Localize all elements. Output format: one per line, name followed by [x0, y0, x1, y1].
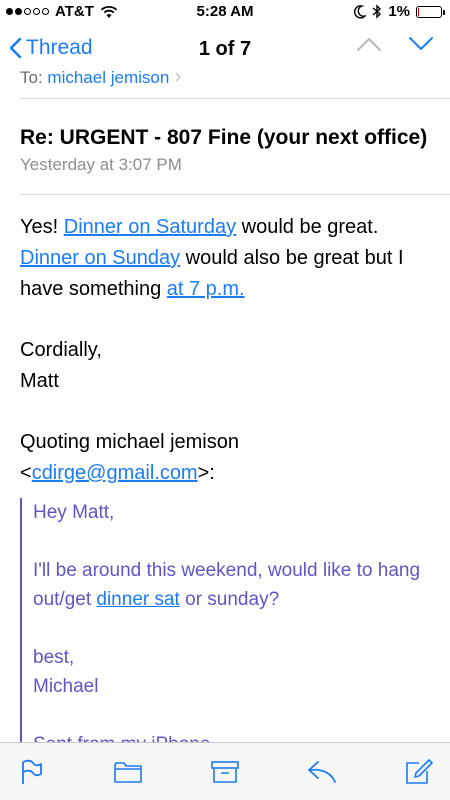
- body-text: Yes!: [20, 216, 64, 238]
- mail-screen: AT&T 5:28 AM 1% Thread 1 of 7 To: michae…: [0, 0, 450, 800]
- signature-name: Matt: [20, 370, 59, 392]
- email-bracket: <: [20, 462, 32, 484]
- email-bracket: >:: [197, 462, 215, 484]
- quoted-message: Hey Matt, I'll be around this weekend, w…: [20, 498, 440, 743]
- bottom-toolbar: [0, 742, 450, 800]
- time-link[interactable]: at 7 p.m.: [167, 278, 245, 300]
- dinner-sunday-link[interactable]: Dinner on Sunday: [20, 247, 180, 269]
- reply-icon[interactable]: [307, 757, 337, 787]
- quote-signoff: best, Michael: [33, 643, 440, 701]
- subject-divider: [20, 194, 450, 195]
- archive-icon[interactable]: [210, 757, 240, 787]
- folder-icon[interactable]: [113, 757, 143, 787]
- dinner-saturday-link[interactable]: Dinner on Saturday: [64, 216, 236, 238]
- signature-block: Cordially, Matt: [20, 335, 432, 397]
- battery-level: [418, 7, 420, 16]
- message-date: Yesterday at 3:07 PM: [20, 155, 182, 174]
- status-bar: AT&T 5:28 AM 1%: [0, 0, 450, 24]
- chevron-up-icon[interactable]: [356, 36, 382, 52]
- closing-text: Cordially,: [20, 339, 102, 361]
- compose-icon[interactable]: [404, 757, 434, 787]
- signoff-name: Michael: [33, 676, 99, 697]
- reply-paragraph: Yes! Dinner on Saturday would be great. …: [20, 212, 432, 305]
- chevron-right-icon: [175, 72, 182, 82]
- email-link[interactable]: cdirge@gmail.com: [32, 462, 198, 484]
- to-prefix: To:: [20, 68, 48, 87]
- quoting-line: Quoting michael jemison <cdirge@gmail.co…: [20, 427, 432, 489]
- header-divider: [20, 98, 450, 99]
- quote-greeting: Hey Matt,: [33, 502, 115, 523]
- chevron-down-icon[interactable]: [408, 36, 434, 52]
- body-text: would be great.: [236, 216, 379, 238]
- status-right: 1%: [354, 3, 445, 20]
- quoting-text: Quoting michael jemison: [20, 431, 239, 453]
- bluetooth-icon: [372, 4, 382, 19]
- recipient-name[interactable]: michael jemison: [47, 68, 169, 87]
- quote-paragraph: I'll be around this weekend, would like …: [33, 556, 440, 614]
- message-body: Yes! Dinner on Saturday would be great. …: [20, 212, 432, 519]
- recipient-line: To: michael jemison: [20, 68, 420, 90]
- signoff-text: best,: [33, 647, 75, 668]
- battery-percent: 1%: [388, 3, 410, 20]
- moon-icon: [354, 4, 367, 18]
- quote-text: or sunday?: [179, 589, 280, 610]
- flag-icon[interactable]: [16, 757, 46, 787]
- battery-icon: [416, 5, 445, 18]
- message-subject: Re: URGENT - 807 Fine (your next office): [20, 126, 428, 149]
- dinner-sat-link[interactable]: dinner sat: [96, 589, 179, 610]
- message-arrows: [356, 36, 434, 52]
